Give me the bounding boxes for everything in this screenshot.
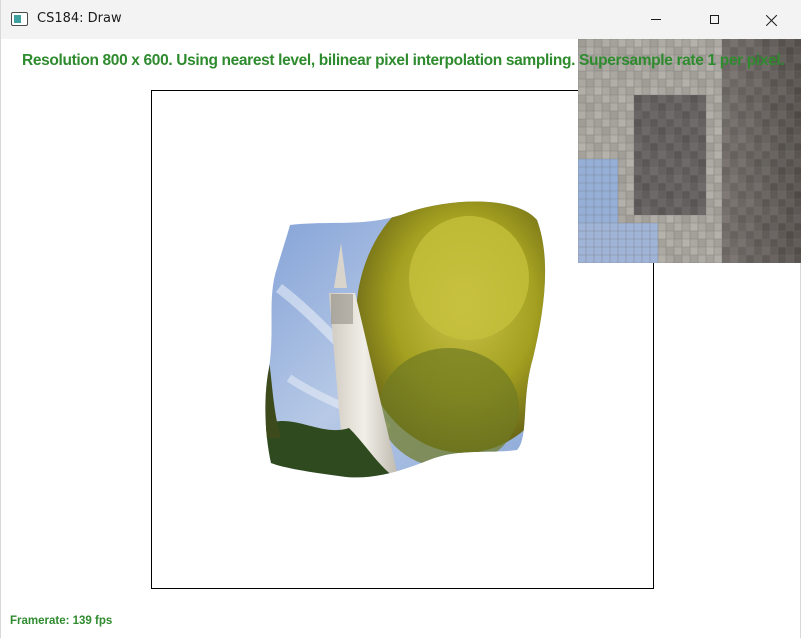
app-window-icon xyxy=(11,12,28,26)
status-message: Resolution 800 x 600. Using nearest leve… xyxy=(22,52,785,69)
warped-texture-image[interactable] xyxy=(259,198,549,480)
title-bar[interactable]: CS184: Draw xyxy=(1,0,801,39)
zoom-magnifier-panel xyxy=(578,39,801,263)
close-icon xyxy=(766,14,778,26)
maximize-icon xyxy=(709,15,719,24)
window-title: CS184: Draw xyxy=(37,11,122,26)
app-window: CS184: Draw Resolution 800 x 600. Using … xyxy=(0,0,801,638)
maximize-button[interactable] xyxy=(685,0,743,39)
minimize-button[interactable] xyxy=(627,0,685,39)
close-button[interactable] xyxy=(743,0,801,39)
minimize-icon xyxy=(651,19,661,20)
framerate-readout: Framerate: 139 fps xyxy=(10,615,113,627)
